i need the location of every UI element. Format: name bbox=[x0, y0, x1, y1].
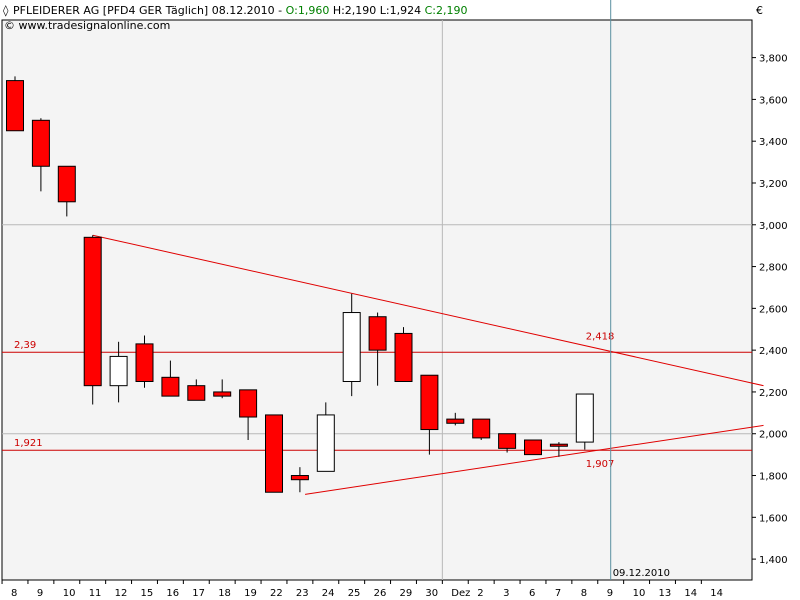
x-tick-label: 13 bbox=[659, 588, 672, 599]
trendline-value-label: 2,418 bbox=[586, 331, 615, 342]
y-tick-label: 2,200 bbox=[759, 388, 788, 399]
y-tick-label: 3,800 bbox=[759, 54, 788, 65]
x-tick-label: 25 bbox=[348, 588, 361, 599]
candle bbox=[472, 418, 491, 440]
x-tick-label: Dez bbox=[451, 588, 470, 599]
x-tick-label: 8 bbox=[581, 588, 587, 599]
header-line: PFLEIDERER AG [PFD4 GER Täglich] 08.12.2… bbox=[13, 4, 468, 17]
candle-body bbox=[342, 312, 361, 382]
candle bbox=[394, 327, 413, 382]
x-tick-label: 10 bbox=[63, 588, 76, 599]
candle-body bbox=[316, 414, 335, 472]
y-tick-label: 3,600 bbox=[759, 95, 788, 106]
x-tick-label: 19 bbox=[244, 588, 257, 599]
x-tick-label: 17 bbox=[192, 588, 205, 599]
candle bbox=[575, 393, 594, 450]
candle-body bbox=[6, 80, 24, 132]
candle-body bbox=[446, 418, 465, 424]
trendline-value-label: 1,907 bbox=[586, 459, 615, 470]
x-tick-label: 26 bbox=[374, 588, 387, 599]
x-tick-label: 7 bbox=[555, 588, 561, 599]
candle-body bbox=[420, 374, 439, 431]
candle-body bbox=[575, 393, 594, 443]
x-tick-label: 29 bbox=[400, 588, 413, 599]
candle-body bbox=[498, 433, 517, 449]
x-tick-label: 6 bbox=[529, 588, 535, 599]
candle bbox=[265, 414, 283, 493]
candle-body bbox=[57, 165, 76, 203]
candle-body bbox=[290, 475, 309, 481]
y-tick-label: 2,800 bbox=[759, 263, 788, 274]
candle-body bbox=[239, 389, 258, 418]
candle-body bbox=[472, 418, 491, 439]
y-tick-label: 1,400 bbox=[759, 555, 788, 566]
x-tick-label: 24 bbox=[322, 588, 335, 599]
candle bbox=[524, 439, 542, 456]
x-tick-label: 30 bbox=[425, 588, 438, 599]
x-tick-label: 3 bbox=[503, 588, 509, 599]
y-tick-label: 3,200 bbox=[759, 179, 788, 190]
x-tick-label: 9 bbox=[37, 588, 43, 599]
header-instrument: PFLEIDERER AG [PFD4 GER Täglich] 08.12.2… bbox=[13, 4, 286, 17]
y-tick-label: 2,000 bbox=[759, 430, 788, 441]
candle bbox=[83, 235, 102, 405]
x-tick-label: 22 bbox=[270, 588, 283, 599]
y-tick-label: 1,800 bbox=[759, 472, 788, 483]
candle bbox=[6, 76, 24, 132]
candle-body bbox=[368, 316, 387, 351]
x-tick-label: 15 bbox=[141, 588, 154, 599]
candle-body bbox=[394, 332, 413, 382]
x-tick-label: 10 bbox=[633, 588, 646, 599]
level-label: 2,39 bbox=[14, 340, 36, 351]
candle-body bbox=[109, 355, 128, 387]
x-tick-label: 23 bbox=[296, 588, 309, 599]
header-hlc: H:2,190 L:1,924 bbox=[329, 4, 424, 17]
candle-body bbox=[187, 385, 206, 401]
x-tick-label: 11 bbox=[89, 588, 102, 599]
candle-body bbox=[31, 119, 50, 167]
candle-body bbox=[265, 414, 283, 493]
candlestick-chart: 2,39 1,921 2,418 1,907 09.12.2010 1,400 1,6… bbox=[0, 0, 800, 600]
x-tick-label: 8 bbox=[11, 588, 17, 599]
candle-body bbox=[213, 391, 232, 397]
level-label: 1,921 bbox=[14, 438, 43, 449]
y-tick-label: 3,400 bbox=[759, 137, 788, 148]
x-tick-label: 2 bbox=[477, 588, 483, 599]
header-open: O:1,960 bbox=[286, 4, 330, 17]
cursor-date-label: 09.12.2010 bbox=[613, 568, 670, 579]
x-tick-label: 16 bbox=[166, 588, 179, 599]
x-tick-label: 18 bbox=[218, 588, 231, 599]
x-tick-label: 9 bbox=[607, 588, 613, 599]
header-close: C:2,190 bbox=[425, 4, 468, 17]
candle-body bbox=[83, 236, 102, 387]
currency-label: € bbox=[756, 4, 763, 17]
x-tick-label: 14 bbox=[710, 588, 723, 599]
candle-body bbox=[161, 376, 180, 397]
plot-area[interactable] bbox=[1, 19, 753, 581]
x-tick-label: 14 bbox=[684, 588, 697, 599]
y-tick-label: 1,600 bbox=[759, 513, 788, 524]
candle-body bbox=[524, 439, 542, 456]
y-tick-label: 3,000 bbox=[759, 221, 788, 232]
copyright-text: © www.tradesignalonline.com bbox=[4, 19, 170, 32]
candle-body bbox=[135, 343, 154, 382]
x-tick-label: 12 bbox=[115, 588, 128, 599]
candle-body bbox=[549, 443, 568, 447]
y-tick-label: 2,600 bbox=[759, 304, 788, 315]
diamond-icon: ◊ bbox=[3, 4, 9, 17]
y-tick-label: 2,400 bbox=[759, 346, 788, 357]
